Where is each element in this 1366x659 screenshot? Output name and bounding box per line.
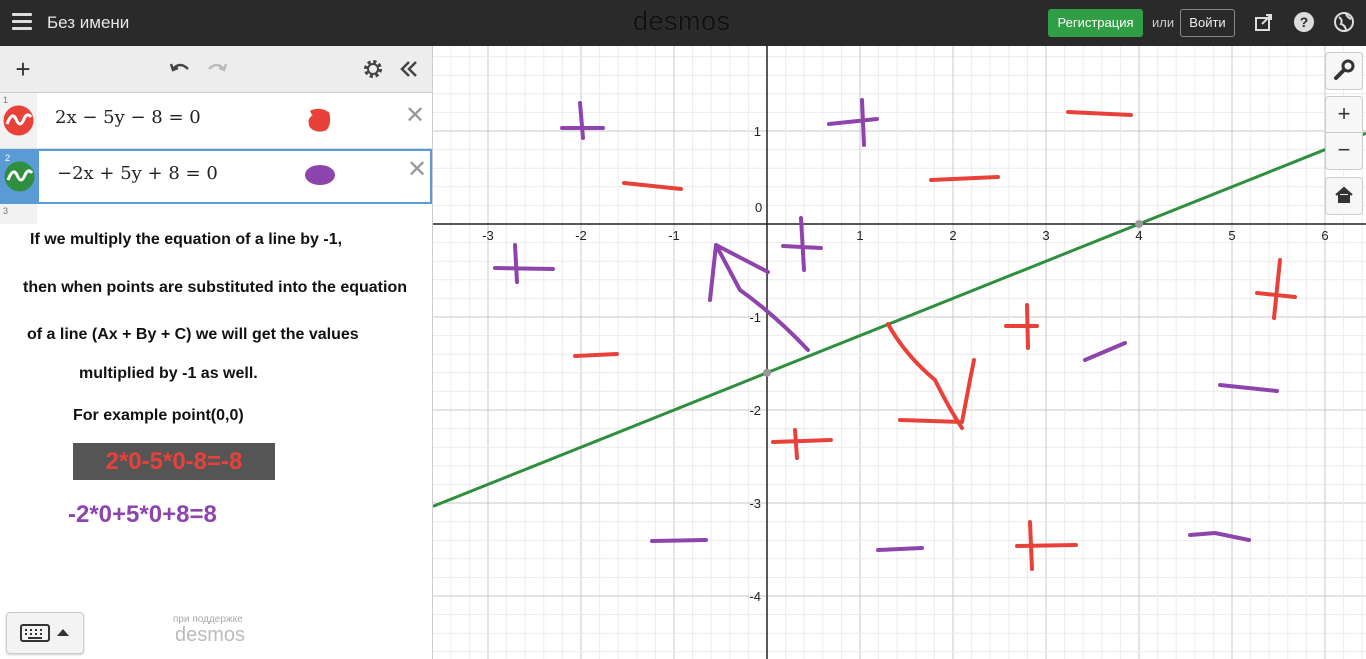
graph-toggle-icon[interactable]	[4, 161, 35, 192]
hand-drawn-stroke	[560, 101, 605, 140]
hand-drawn-stroke	[876, 546, 924, 552]
note-line-3: of a line (Ax + By + C) we will get the …	[25, 326, 361, 344]
caret-up-icon	[57, 629, 69, 636]
settings-icon[interactable]	[361, 57, 385, 81]
x-tick-label: 2	[949, 228, 956, 243]
zoom-out-icon: −	[1337, 137, 1351, 162]
example-purple: -2*0+5*0+8=8	[68, 501, 217, 528]
expression-gutter: 2	[2, 151, 39, 202]
language-icon[interactable]	[1333, 11, 1355, 33]
expression-index: 3	[3, 206, 9, 216]
undo-icon[interactable]	[168, 57, 192, 81]
y-tick-label: 1	[754, 124, 761, 139]
keyboard-icon	[20, 624, 50, 642]
x-tick-label: 1	[856, 228, 863, 243]
delete-expression-icon[interactable]: ✕	[407, 155, 427, 184]
hand-drawn-stroke	[650, 538, 708, 543]
hand-drawn-stroke	[622, 181, 683, 191]
zoom-in-button[interactable]: +	[1325, 96, 1363, 134]
hand-drawn-stroke	[886, 322, 976, 430]
powered-by-logo[interactable]: desmos	[175, 624, 245, 647]
expression-math[interactable]: −2x + 5y + 8 = 0	[57, 163, 218, 184]
note-line-1: If we multiply the equation of a line by…	[28, 231, 345, 249]
x-tick-label: 6	[1321, 228, 1328, 243]
top-bar: Без имени desmos Регистрация или Войти ?	[0, 0, 1366, 46]
example-red: 2*0-5*0-8=-8	[73, 443, 275, 480]
menu-icon[interactable]	[12, 13, 32, 31]
wrench-icon	[1334, 59, 1355, 80]
hand-drawn-stroke	[827, 98, 879, 147]
expression-row-1[interactable]: 1 2x − 5y − 8 = 0 ✕	[0, 93, 432, 149]
x-tick-label: 3	[1042, 228, 1049, 243]
x-tick-label: -3	[482, 228, 494, 243]
red-scribble	[308, 108, 331, 132]
desmos-logo: desmos	[633, 6, 731, 36]
x-tick-label: -2	[575, 228, 587, 243]
expression-toolbar: +	[0, 46, 432, 93]
y-tick-label: -3	[749, 496, 761, 511]
y-tick-label: -1	[749, 310, 761, 325]
graph-line	[433, 131, 1366, 508]
home-icon	[1335, 186, 1353, 203]
expression-gutter: 3	[0, 204, 37, 224]
y-tick-label: -4	[749, 589, 761, 604]
intercept-point	[1135, 220, 1143, 228]
home-button[interactable]	[1325, 177, 1363, 215]
login-button[interactable]: Войти	[1180, 9, 1235, 37]
hand-drawn-stroke	[1004, 303, 1039, 350]
intercept-point	[763, 368, 771, 377]
origin-label: 0	[755, 200, 762, 215]
graph-settings-button[interactable]	[1325, 52, 1363, 90]
note-line-4: multiplied by -1 as well.	[79, 365, 258, 382]
zoom-out-button[interactable]: −	[1325, 132, 1363, 170]
hand-drawn-stroke	[1255, 258, 1297, 320]
graph-svg[interactable]: -3 -2 -1 1 2 3 4 5 6 1 -1 -2 -3 -4 0	[433, 46, 1366, 659]
x-tick-label: 4	[1135, 228, 1142, 243]
hand-drawn-stroke	[781, 216, 823, 272]
register-button[interactable]: Регистрация	[1048, 9, 1143, 37]
expression-math[interactable]: 2x − 5y − 8 = 0	[55, 107, 201, 128]
delete-expression-icon[interactable]: ✕	[405, 101, 425, 130]
expression-index: 1	[3, 95, 9, 105]
note-line-2: then when points are substituted into th…	[21, 279, 409, 297]
graph-title[interactable]: Без имени	[47, 13, 129, 33]
add-icon[interactable]: +	[11, 56, 35, 82]
redo-icon[interactable]	[205, 57, 229, 81]
expression-row-2[interactable]: 2 −2x + 5y + 8 = 0 ✕	[0, 149, 432, 204]
keyboard-toggle-button[interactable]	[6, 612, 84, 654]
purple-scribble	[305, 165, 335, 185]
hand-drawn-stroke	[1188, 531, 1251, 542]
x-tick-label: -1	[668, 228, 680, 243]
svg-text:?: ?	[1300, 14, 1309, 30]
hand-drawn-stroke	[929, 175, 1000, 182]
y-tick-label: -2	[749, 403, 761, 418]
hand-drawn-stroke	[573, 352, 619, 358]
note-line-5: For example point(0,0)	[73, 407, 244, 424]
expression-panel: + 1 2x − 5y − 8 = 0 ✕ 2 −2x + 5y + 8 = 0…	[0, 46, 433, 659]
collapse-icon[interactable]	[397, 57, 421, 81]
share-icon[interactable]	[1253, 11, 1275, 33]
hand-drawn-stroke	[1218, 383, 1279, 393]
expression-gutter: 1	[0, 93, 37, 148]
zoom-in-icon: +	[1337, 101, 1351, 126]
hand-drawn-stroke	[1083, 341, 1127, 362]
x-tick-label: 5	[1228, 228, 1235, 243]
expression-row-3[interactable]: 3	[0, 204, 432, 659]
help-icon[interactable]: ?	[1293, 11, 1315, 33]
graph-toggle-icon[interactable]	[3, 105, 34, 136]
graph-canvas[interactable]: -3 -2 -1 1 2 3 4 5 6 1 -1 -2 -3 -4 0	[433, 46, 1366, 659]
or-label: или	[1152, 15, 1175, 30]
